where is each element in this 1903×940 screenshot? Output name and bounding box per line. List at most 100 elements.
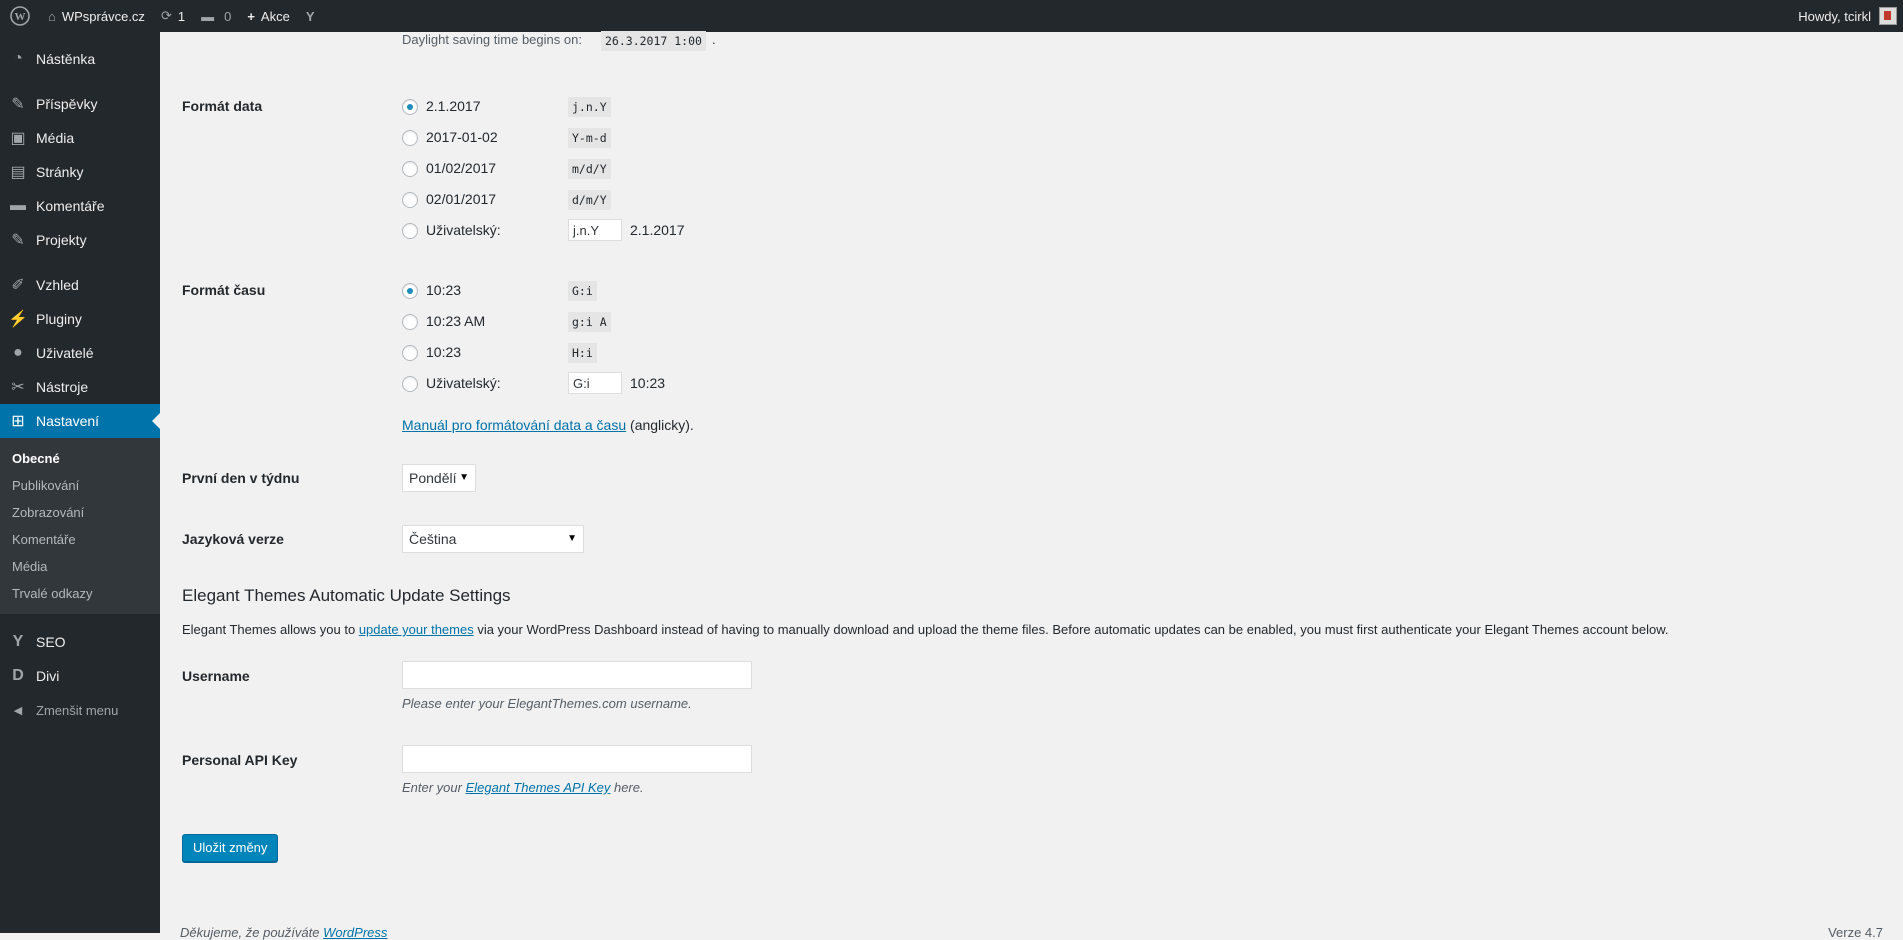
new-content-link[interactable]: + Akce [239,0,298,32]
dst-value: 26.3.2017 1:00 [601,31,706,51]
username-description: Please enter your ElegantThemes.com user… [402,696,692,711]
date-format-custom-preview: 2.1.2017 [630,222,685,238]
sidebar-item-1[interactable]: ✎ Příspěvky [0,87,160,121]
site-name: WPsprávce.cz [61,8,145,24]
sidebar-extra-0[interactable]: Y SEO [0,625,160,659]
elegant-heading: Elegant Themes Automatic Update Settings [182,586,511,605]
language-select[interactable]: Čeština ▼ [402,525,584,553]
sidebar-item-label: Divi [36,668,60,684]
date-format-option-code: Y-m-d [568,128,611,148]
sidebar-item-label: Stránky [36,164,84,180]
submenu-item-3[interactable]: Komentáře [0,526,160,553]
manual-link[interactable]: Manuál pro formátování data a času [402,417,626,433]
admin-menu: ◔ Nástěnka ✎ Příspěvky ▣ Média ▤ Stránky ▬ Koment… [0,32,160,933]
elegant-description: Elegant Themes allows you to update your… [182,622,1669,637]
time-format-option-label: 10:23 [426,282,462,298]
updates-link[interactable]: ⟳ 1 [153,0,193,32]
date-format-option-label: 01/02/2017 [426,160,497,176]
submenu-item-1[interactable]: Publikování [0,472,160,499]
menu-separator [0,257,160,268]
date-format-radio-2[interactable] [402,161,418,177]
sidebar-extra-1[interactable]: D Divi [0,659,160,693]
save-changes-button[interactable]: Uložit změny [182,834,279,862]
yoast-icon: Y [305,8,315,24]
pin-icon: ✎ [11,96,25,113]
sidebar-item-4[interactable]: ▬ Komentáře [0,189,160,223]
svg-text:W: W [15,11,26,23]
language-value: Čeština [409,531,457,547]
plus-icon: + [247,8,255,24]
sidebar-item-7[interactable]: ⚡ Pluginy [0,302,160,336]
sidebar-item-label: SEO [36,634,66,650]
wordpress-logo-icon[interactable]: W [0,0,40,32]
dropdown-arrow-icon: ▼ [567,533,577,544]
sidebar-item-10[interactable]: ⊞ Nastavení [0,404,160,438]
main-content: Daylight saving time begins on: 26.3.201… [160,31,1903,940]
tools-icon: ✂ [11,379,25,396]
collapse-arrow-icon: ◀ [13,704,23,717]
update-themes-link[interactable]: update your themes [359,622,474,637]
collapse-menu-button[interactable]: ◀ Zmenšit menu [0,693,160,727]
date-format-option-label: 2.1.2017 [426,98,481,114]
api-key-link[interactable]: Elegant Themes API Key [466,780,611,795]
date-format-custom-input[interactable]: j.n.Y [568,219,622,241]
comments-icon: ▬ [10,197,26,214]
sidebar-item-label: Komentáře [36,198,105,214]
collapse-label: Zmenšit menu [36,702,119,718]
time-format-custom-radio[interactable] [402,376,418,392]
submenu-item-2[interactable]: Zobrazování [0,499,160,526]
date-format-option-code: d/m/Y [568,190,611,210]
api-desc-prefix: Enter your [402,780,466,795]
sidebar-item-3[interactable]: ▤ Stránky [0,155,160,189]
date-format-custom-label: Uživatelský: [426,222,501,238]
sidebar-item-label: Pluginy [36,311,82,327]
comments-link[interactable]: ▬ 0 [193,0,239,32]
sidebar-item-5[interactable]: ✎ Projekty [0,223,160,257]
media-icon: ▣ [10,130,26,147]
language-label: Jazyková verze [182,531,284,547]
sidebar-item-label: Příspěvky [36,96,98,112]
elegant-desc-prefix: Elegant Themes allows you to [182,622,359,637]
time-format-label: Formát času [182,282,266,298]
sidebar-item-label: Nastavení [36,413,100,429]
site-name-link[interactable]: ⌂ WPsprávce.cz [40,0,153,32]
time-format-custom-input[interactable]: G:i [568,372,622,394]
time-format-radio-1[interactable] [402,314,418,330]
date-format-radio-3[interactable] [402,192,418,208]
yoast-adminbar-link[interactable]: Y [298,0,329,32]
date-format-option-label: 2017-01-02 [426,129,498,145]
submenu-item-4[interactable]: Média [0,553,160,580]
api-key-input[interactable] [402,745,752,773]
settings-icon: ⊞ [11,413,25,430]
submenu-item-5[interactable]: Trvalé odkazy [0,580,160,607]
date-format-radio-1[interactable] [402,130,418,146]
sidebar-item-2[interactable]: ▣ Média [0,121,160,155]
username-label: Username [182,668,250,684]
time-format-custom-preview: 10:23 [630,375,666,391]
time-format-radio-2[interactable] [402,345,418,361]
submenu-item-0[interactable]: Obecné [0,445,160,472]
sidebar-item-8[interactable]: ● Uživatelé [0,336,160,370]
howdy-user[interactable]: Howdy, tcirkl [1798,9,1871,24]
username-input[interactable] [402,661,752,689]
sidebar-item-0[interactable]: ◔ Nástěnka [0,42,160,76]
dashboard-icon: ◔ [13,50,23,67]
time-format-option-label: 10:23 AM [426,313,486,329]
sidebar-item-6[interactable]: ✐ Vzhled [0,268,160,302]
elegant-desc-suffix: via your WordPress Dashboard instead of … [473,622,1669,637]
date-format-option-code: m/d/Y [568,159,611,179]
date-format-custom-radio[interactable] [402,223,418,239]
sidebar-item-label: Projekty [36,232,87,248]
date-format-radio-0[interactable] [402,99,418,115]
comment-icon: ▬ [201,8,215,24]
api-desc-suffix: here. [610,780,644,795]
time-format-radio-0[interactable] [402,283,418,299]
dst-notice: Daylight saving time begins on: [402,32,582,47]
week-start-select[interactable]: Pondělí ▼ [402,464,476,492]
time-format-option-code: H:i [568,343,597,363]
avatar[interactable] [1879,7,1897,25]
date-format-label: Formát data [182,98,263,114]
sidebar-item-9[interactable]: ✂ Nástroje [0,370,160,404]
users-icon: ● [13,344,23,361]
sidebar-item-label: Nástroje [36,379,89,395]
